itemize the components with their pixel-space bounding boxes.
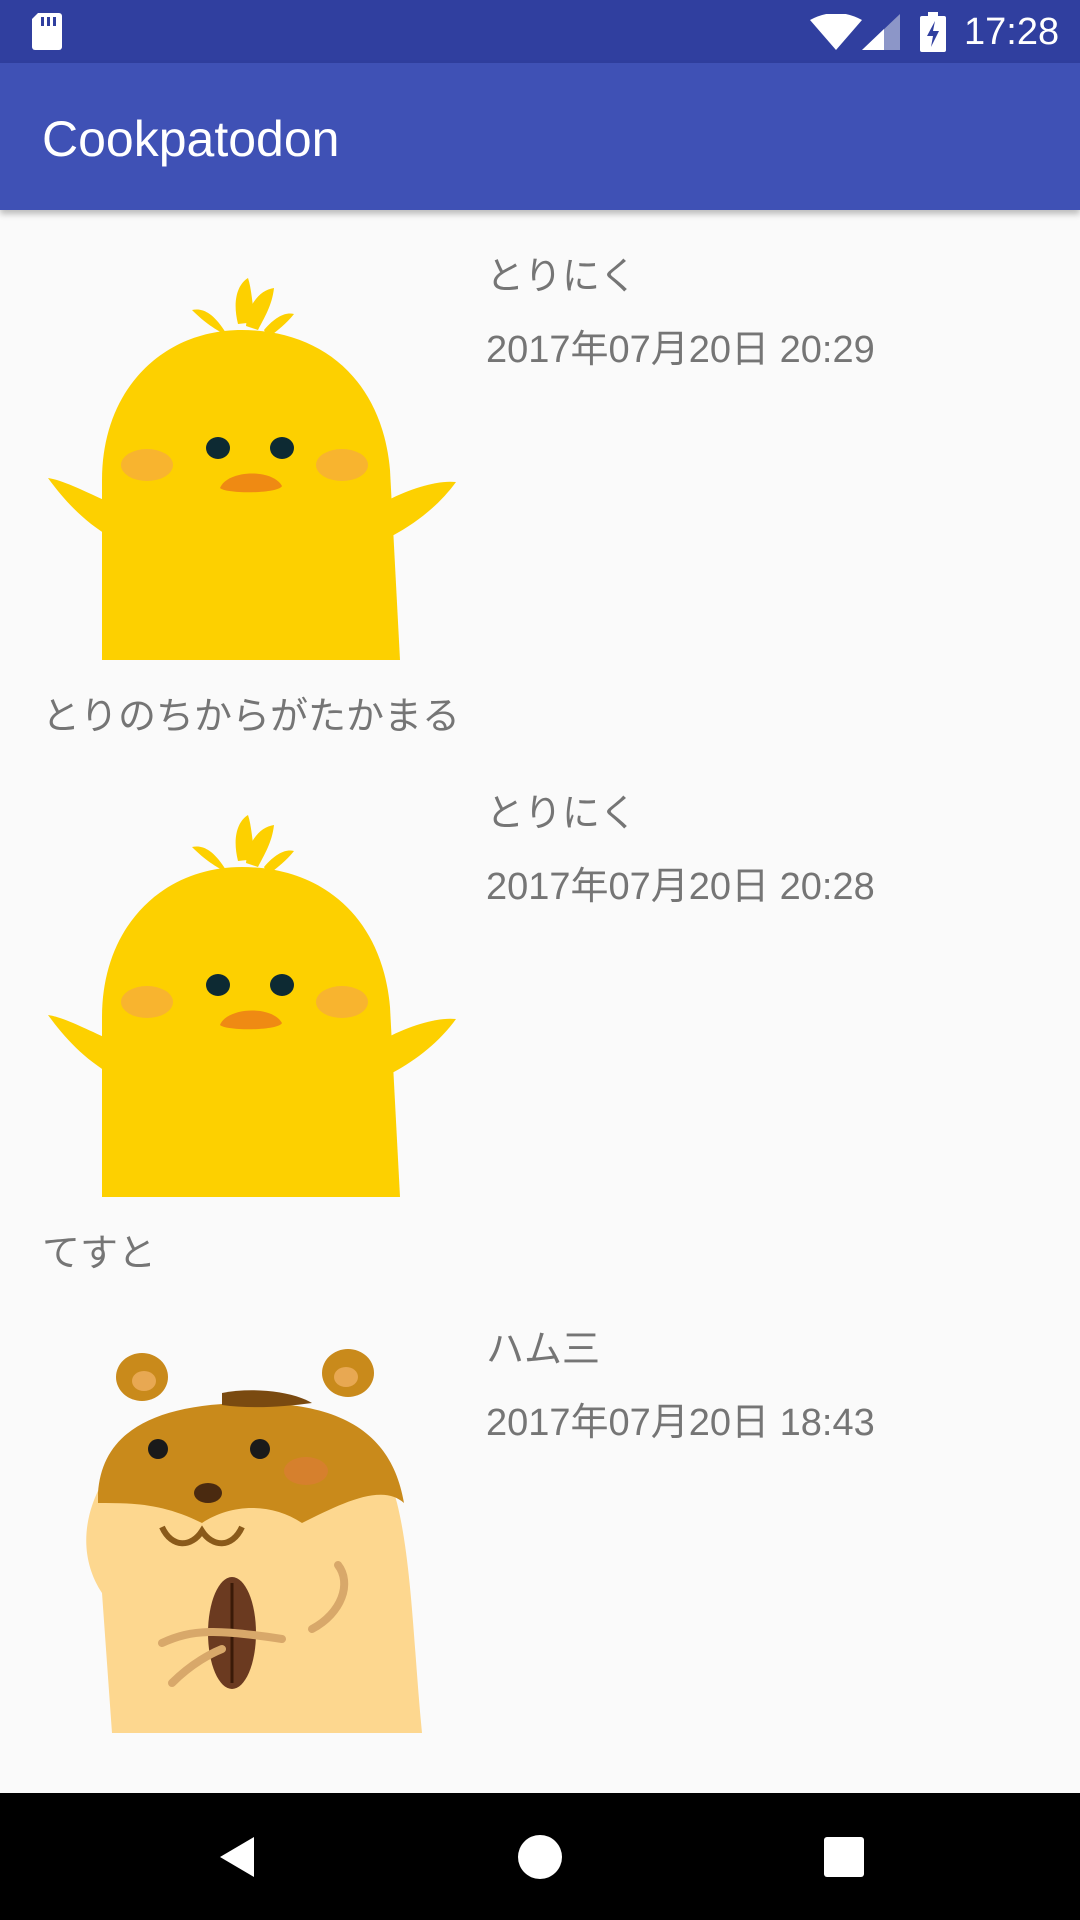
home-icon[interactable] xyxy=(510,1827,570,1887)
chick-avatar-image xyxy=(48,815,456,1197)
timeline-post[interactable]: とりにく 2017年07月20日 20:29 とりのちからがたかまる xyxy=(0,210,1080,745)
post-timestamp: 2017年07月20日 20:29 xyxy=(486,329,875,371)
post-timestamp: 2017年07月20日 18:43 xyxy=(486,1402,875,1444)
chick-avatar[interactable] xyxy=(42,797,462,1217)
post-username[interactable]: とりにく xyxy=(486,254,637,300)
chick-avatar[interactable] xyxy=(42,260,462,680)
app-bar: Cookpatodon xyxy=(0,63,1080,210)
post-content: とりのちからがたかまる xyxy=(42,696,461,738)
cell-signal-icon xyxy=(862,14,900,50)
timeline-post[interactable]: とりにく 2017年07月20日 20:28 てすと xyxy=(0,747,1080,1282)
battery-charging-icon xyxy=(920,12,946,52)
post-timestamp: 2017年07月20日 20:28 xyxy=(486,866,875,908)
recents-icon[interactable] xyxy=(814,1827,874,1887)
back-icon[interactable] xyxy=(206,1827,266,1887)
timeline-list[interactable]: とりにく 2017年07月20日 20:29 とりのちからがたかまる とりにく … xyxy=(0,210,1080,1793)
chick-avatar-image xyxy=(48,278,456,660)
timeline-post[interactable]: ハム三 2017年07月20日 18:43 xyxy=(0,1283,1080,1793)
hamster-avatar-image xyxy=(86,1349,422,1733)
post-username[interactable]: ハム三 xyxy=(486,1327,600,1373)
post-content: てすと xyxy=(42,1233,157,1275)
post-username[interactable]: とりにく xyxy=(486,791,637,837)
status-clock: 17:28 xyxy=(964,11,1060,53)
navigation-bar xyxy=(0,1793,1080,1920)
wifi-icon xyxy=(810,14,862,50)
status-bar: 17:28 xyxy=(0,0,1080,63)
hamster-avatar[interactable] xyxy=(42,1333,462,1753)
app-title: Cookpatodon xyxy=(42,111,340,167)
sd-card-icon xyxy=(32,13,62,50)
